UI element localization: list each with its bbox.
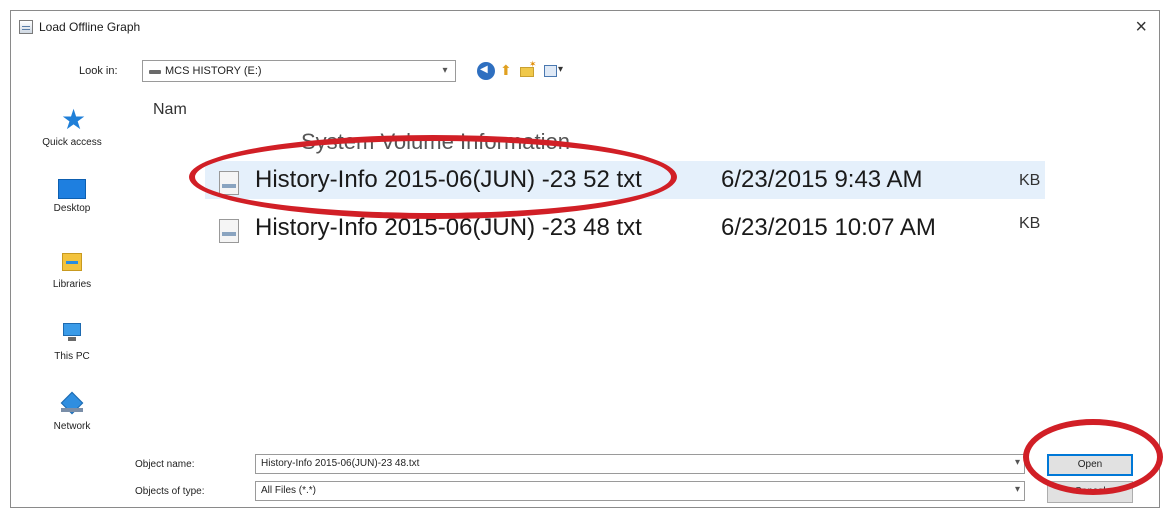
place-libraries[interactable]: Libraries [17, 249, 127, 290]
file-size: KB [1019, 172, 1041, 189]
app-icon [19, 20, 33, 34]
open-button[interactable]: Open [1047, 454, 1133, 476]
this-pc-icon [57, 321, 87, 347]
places-bar: Quick access Desktop Libraries This PC N… [17, 95, 127, 455]
folder-item[interactable]: System Volume Information [301, 129, 570, 155]
look-in-label: Look in: [79, 65, 118, 77]
view-menu-icon[interactable] [543, 62, 567, 80]
look-in-dropdown[interactable]: MCS HISTORY (E:) ▾ [142, 60, 456, 82]
objects-of-type-label: Objects of type: [135, 486, 205, 497]
file-size: KB [1019, 215, 1041, 232]
place-label: Network [53, 421, 91, 432]
look-in-value: MCS HISTORY (E:) [165, 65, 262, 77]
back-icon[interactable] [477, 62, 495, 80]
network-icon [57, 391, 87, 417]
place-label: Desktop [53, 203, 91, 214]
file-name: History-Info 2015-06(JUN) -23 48 txt [255, 214, 642, 241]
libraries-icon [57, 249, 87, 275]
cancel-button[interactable]: Cancel [1047, 481, 1133, 503]
chevron-down-icon[interactable]: ▾ [437, 63, 453, 79]
place-desktop[interactable]: Desktop [17, 179, 127, 214]
quick-access-icon [57, 103, 87, 136]
up-folder-icon[interactable] [498, 62, 516, 80]
load-offline-graph-dialog: Load Offline Graph × Look in: MCS HISTOR… [10, 10, 1163, 508]
file-row[interactable]: History-Info 2015-06(JUN) -23 52 txt 6/2… [205, 161, 1045, 199]
file-date: 6/23/2015 9:43 AM [721, 166, 923, 193]
text-file-icon [219, 171, 239, 195]
objects-of-type-select[interactable]: All Files (*.*) ▾ [255, 481, 1025, 501]
title-bar: Load Offline Graph × [11, 11, 1159, 45]
place-label: Libraries [52, 279, 92, 290]
dialog-title: Load Offline Graph [39, 20, 141, 34]
file-date: 6/23/2015 10:07 AM [721, 214, 936, 241]
place-network[interactable]: Network [17, 391, 127, 432]
file-list: Nam System Volume Information History-In… [133, 95, 1153, 441]
drive-icon [149, 70, 161, 74]
object-name-label: Object name: [135, 459, 195, 470]
text-file-icon [219, 219, 239, 243]
place-label: Quick access [42, 137, 102, 148]
close-icon[interactable]: × [1135, 17, 1147, 37]
objects-of-type-value: All Files (*.*) [261, 485, 317, 496]
column-header-name[interactable]: Nam [153, 101, 187, 119]
chevron-down-icon[interactable]: ▾ [1015, 484, 1020, 495]
place-label: This PC [54, 351, 90, 362]
place-this-pc[interactable]: This PC [17, 321, 127, 362]
new-folder-icon[interactable] [519, 59, 537, 80]
place-quick-access[interactable]: Quick access [17, 103, 127, 148]
file-row[interactable]: History-Info 2015-06(JUN) -23 48 txt 6/2… [205, 209, 1045, 247]
object-name-value: History-Info 2015-06(JUN)-23 48.txt [261, 458, 420, 469]
object-name-input[interactable]: History-Info 2015-06(JUN)-23 48.txt ▾ [255, 454, 1025, 474]
desktop-icon [58, 179, 86, 199]
file-name: History-Info 2015-06(JUN) -23 52 txt [255, 166, 642, 193]
chevron-down-icon[interactable]: ▾ [1015, 457, 1020, 468]
